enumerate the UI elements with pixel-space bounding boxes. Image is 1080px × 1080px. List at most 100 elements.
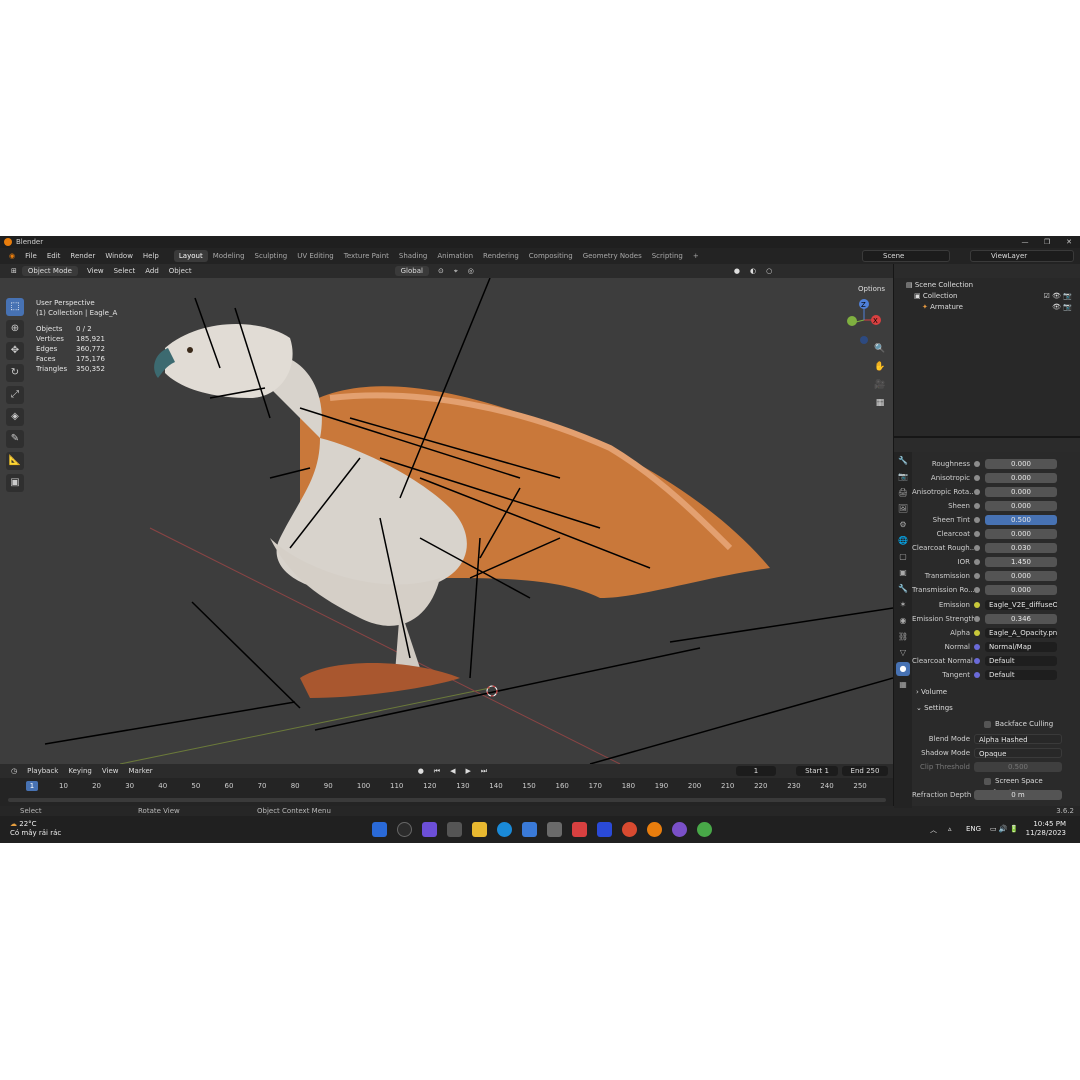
clock[interactable]: 10:45 PM 11/28/2023 — [1026, 820, 1066, 838]
scale-tool-icon[interactable]: ⤢ — [6, 386, 24, 404]
visibility-eye-icon[interactable]: ☑ 👁 📷 — [1044, 291, 1072, 302]
cursor-tool-icon[interactable]: ⊕ — [6, 320, 24, 338]
menu-edit[interactable]: Edit — [42, 252, 66, 260]
socket-dot-icon[interactable] — [974, 559, 980, 566]
outliner-armature[interactable]: ✦ Armature 👁 📷 — [922, 302, 1074, 313]
data-tab-icon[interactable]: ▽ — [896, 646, 910, 660]
transform-orientation[interactable]: Global — [394, 266, 429, 276]
collection-tab-icon[interactable]: ▢ — [896, 550, 910, 564]
socket-dot-icon[interactable] — [974, 545, 980, 552]
menu-window[interactable]: Window — [100, 252, 138, 260]
property-value-field[interactable]: 0.000 — [985, 459, 1057, 469]
tab-modeling[interactable]: Modeling — [208, 250, 250, 262]
copilot-icon[interactable] — [422, 822, 437, 837]
mode-selector[interactable]: Object Mode — [21, 266, 78, 276]
constraints-tab-icon[interactable]: ⛓ — [896, 630, 910, 644]
property-value-field[interactable]: Eagle_A_Opacity.png — [985, 627, 1057, 638]
property-value-field[interactable]: 0.346 — [985, 613, 1057, 624]
tab-shading[interactable]: Shading — [394, 250, 432, 262]
world-tab-icon[interactable]: 🌐 — [896, 534, 910, 548]
task-view-icon[interactable] — [447, 822, 462, 837]
word-icon[interactable] — [597, 822, 612, 837]
pivot-icon[interactable]: ⊙ — [433, 266, 449, 276]
timeline-menu-marker[interactable]: Marker — [123, 767, 157, 775]
measure-tool-icon[interactable]: 📐 — [6, 452, 24, 470]
language-indicator[interactable]: ENG — [966, 825, 981, 833]
menu-file[interactable]: File — [20, 252, 42, 260]
jump-end-icon[interactable]: ⏭ — [476, 767, 492, 776]
windows-start-icon[interactable] — [372, 822, 387, 837]
socket-dot-icon[interactable] — [974, 601, 980, 608]
camera-icon[interactable]: 🎥 — [873, 378, 887, 392]
screen-space-refraction-checkbox[interactable]: Screen Space Refraction — [984, 775, 1080, 797]
proportional-edit-icon[interactable]: ◎ — [463, 266, 479, 276]
rotate-tool-icon[interactable]: ↻ — [6, 364, 24, 382]
socket-dot-icon[interactable] — [974, 503, 980, 510]
backface-culling-checkbox[interactable]: Backface Culling — [984, 718, 1053, 730]
property-value-field[interactable]: 0.000 — [985, 571, 1057, 582]
property-value-field[interactable]: 0.500 — [985, 515, 1057, 526]
store-icon[interactable] — [547, 822, 562, 837]
jump-start-icon[interactable]: ⏮ — [429, 767, 445, 776]
weather-widget[interactable]: ☁ 22°C Có mây rải rác — [10, 820, 61, 838]
property-value-field[interactable]: Default — [985, 655, 1057, 666]
socket-dot-icon[interactable] — [974, 573, 980, 580]
settings-section[interactable]: ⌄ Settings — [916, 702, 953, 714]
socket-dot-icon[interactable] — [974, 629, 980, 636]
move-tool-icon[interactable]: ✥ — [6, 342, 24, 360]
output-tab-icon[interactable]: 🖨 — [896, 486, 910, 500]
grid-view-icon[interactable]: ▦ — [873, 396, 887, 410]
zoom-icon[interactable]: 🔍 — [873, 342, 887, 356]
edge-icon[interactable] — [497, 822, 512, 837]
render-tab-icon[interactable]: 📷 — [896, 470, 910, 484]
playhead[interactable]: 1 — [26, 781, 38, 791]
tab-geometry-nodes[interactable]: Geometry Nodes — [578, 250, 647, 262]
property-value-field[interactable]: 0.000 — [985, 487, 1057, 498]
property-value-field[interactable]: 1.450 — [985, 557, 1057, 568]
view-layer-selector[interactable]: ViewLayer — [970, 250, 1074, 262]
material-tab-icon[interactable]: ● — [896, 662, 910, 676]
record-icon[interactable]: ● — [413, 767, 429, 775]
property-value-field[interactable]: Normal/Map — [985, 641, 1057, 652]
timeline[interactable]: 1 10 20 30 40 50 60 70 80 90 100 110 120 130 140 150 16… — [0, 778, 893, 806]
property-value-field[interactable]: 0.000 — [985, 529, 1057, 540]
shading-solid-icon[interactable]: ● — [729, 266, 745, 276]
viewport-menu-object[interactable]: Object — [164, 266, 197, 276]
blender-menu-icon[interactable]: ◉ — [4, 252, 20, 260]
socket-dot-icon[interactable] — [974, 531, 980, 538]
tab-sculpting[interactable]: Sculpting — [250, 250, 293, 262]
end-frame-field[interactable]: End 250 — [842, 766, 888, 776]
scene-selector[interactable]: Scene — [862, 250, 950, 262]
chrome-profile-icon[interactable] — [697, 822, 712, 837]
network-icon[interactable]: ▵ — [948, 825, 952, 833]
object-tab-icon[interactable]: ▣ — [896, 566, 910, 580]
timeline-menu-keying[interactable]: Keying — [63, 767, 97, 775]
shading-rendered-icon[interactable]: ○ — [761, 266, 777, 276]
menu-help[interactable]: Help — [138, 252, 164, 260]
search-icon[interactable] — [397, 822, 412, 837]
blender-taskbar-icon[interactable] — [647, 822, 662, 837]
property-value-field[interactable]: 0.000 — [985, 585, 1057, 596]
tray-chevron-icon[interactable]: ︿ — [930, 825, 937, 835]
options-dropdown[interactable]: Options — [854, 284, 889, 294]
particles-tab-icon[interactable]: ✶ — [896, 598, 910, 612]
play-reverse-icon[interactable]: ◀ — [445, 767, 460, 775]
close-button[interactable]: ✕ — [1058, 236, 1080, 248]
outliner-scene-collection[interactable]: ▤ Scene Collection — [906, 280, 973, 291]
file-explorer-icon[interactable] — [472, 822, 487, 837]
chrome-icon[interactable] — [622, 822, 637, 837]
tool-tab-icon[interactable]: 🔧 — [896, 454, 910, 468]
property-value-field[interactable]: Eagle_V2E_diffuseOrigi... — [985, 599, 1057, 610]
socket-dot-icon[interactable] — [974, 517, 980, 524]
refraction-depth-field[interactable]: 0 m — [974, 790, 1062, 800]
socket-dot-icon[interactable] — [974, 643, 980, 650]
property-value-field[interactable]: 0.000 — [985, 501, 1057, 512]
current-frame-field[interactable]: 1 — [736, 766, 776, 776]
viewport-menu-view[interactable]: View — [82, 266, 109, 276]
socket-dot-icon[interactable] — [974, 461, 980, 467]
scene-tab-icon[interactable]: ⚙ — [896, 518, 910, 532]
socket-dot-icon[interactable] — [974, 489, 980, 496]
physics-tab-icon[interactable]: ◉ — [896, 614, 910, 628]
tab-rendering[interactable]: Rendering — [478, 250, 524, 262]
start-frame-field[interactable]: Start 1 — [796, 766, 838, 776]
